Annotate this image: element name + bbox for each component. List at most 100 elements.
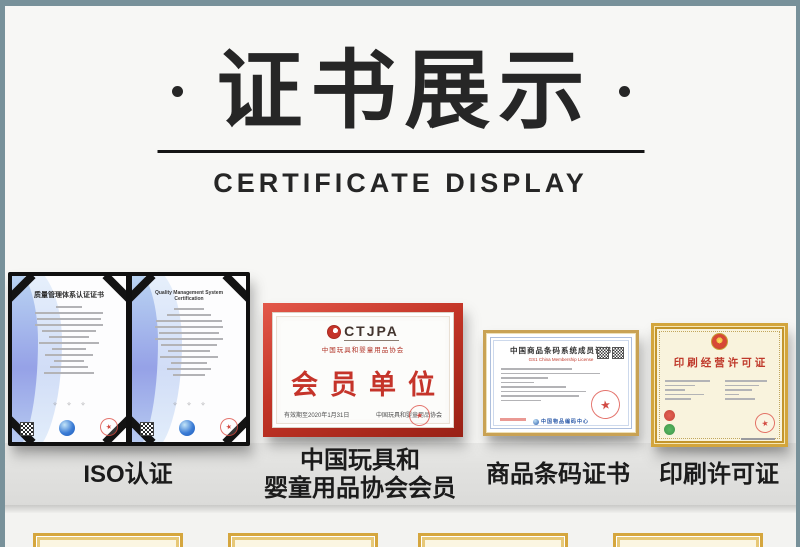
accreditation-mark-icon: ✧	[200, 402, 206, 408]
label-iso: ISO认证	[83, 461, 173, 488]
redacted-text-line	[161, 344, 217, 346]
redacted-text-line	[42, 330, 96, 332]
printing-title: 印刷经营许可证	[673, 357, 769, 369]
redacted-text-line	[170, 362, 208, 364]
page-title: 证书展示	[216, 43, 593, 139]
issuer-logo-icon	[532, 418, 539, 425]
accreditation-mark-icon: ✧	[52, 402, 58, 408]
redacted-text-line	[741, 438, 775, 440]
redacted-text-line	[38, 342, 100, 344]
redacted-text-line	[665, 384, 695, 386]
redacted-text-line	[44, 372, 94, 374]
printing-body	[665, 377, 774, 400]
panel-footer: ★	[140, 416, 240, 438]
globe-logo-icon	[179, 420, 195, 436]
next-certificate-peek	[228, 533, 378, 547]
redacted-text-line	[665, 380, 710, 382]
iso-title-en: Quality Management System Certification	[154, 290, 224, 302]
redacted-text-line	[35, 324, 103, 326]
redacted-text-line	[166, 314, 212, 316]
red-seal-icon: ★	[218, 416, 240, 438]
red-seal-icon: ★	[98, 416, 120, 438]
next-certificate-peek	[613, 533, 763, 547]
redacted-text-line	[49, 336, 89, 338]
membership-headline: 会员单位	[291, 370, 447, 400]
redacted-text-line	[168, 350, 210, 352]
emblem-star-icon: ★	[716, 339, 723, 345]
redacted-text-line	[665, 389, 685, 391]
redacted-text-line	[724, 393, 740, 395]
redacted-text-line	[51, 348, 87, 350]
redacted-text-line	[501, 372, 601, 374]
seal-star-icon: ★	[760, 417, 770, 429]
title-dot-left-icon	[171, 85, 183, 97]
redacted-text-line	[501, 368, 572, 370]
redacted-text-line	[501, 399, 542, 401]
issuer-text: 中国物品编码中心	[540, 419, 589, 425]
accreditation-marks: ✧ ✧ ✧	[12, 401, 126, 408]
redacted-text-line	[56, 306, 82, 308]
redacted-text-line	[50, 366, 88, 368]
approval-stamps	[664, 410, 675, 435]
page-subtitle: CERTIFICATE DISPLAY	[213, 168, 588, 198]
redacted-text-block	[665, 377, 715, 400]
iso-title-cn: 质量管理体系认证证书	[34, 292, 104, 299]
redacted-text-line	[501, 390, 586, 392]
redacted-text-line	[501, 386, 566, 388]
next-certificate-peek	[33, 533, 183, 547]
redacted-text-block	[724, 377, 775, 400]
label-ctjpa-line2: 婴童用品协会会员	[264, 474, 456, 502]
redacted-text-line	[158, 332, 220, 334]
redacted-text-line	[34, 312, 104, 314]
accreditation-mark-icon: ✧	[172, 402, 178, 408]
iso-panel-cn: 质量管理体系认证证书 ✧ ✧ ✧ ★	[12, 276, 126, 442]
seal-star-icon: ★	[415, 410, 424, 421]
association-name: 中国玩具和婴童用品协会	[321, 347, 405, 354]
redacted-text-line	[37, 318, 101, 320]
iso-panel-en: Quality Management System Certification …	[132, 276, 246, 442]
redacted-text-block	[146, 308, 232, 376]
header-divider	[157, 150, 644, 153]
redacted-text-line	[665, 398, 691, 400]
seal-star-icon: ★	[105, 423, 114, 432]
qr-code-icon	[20, 422, 34, 436]
redacted-text-line	[501, 381, 535, 383]
redacted-text-block	[26, 306, 112, 374]
certificate-ctjpa: CTJPA 中国玩具和婴童用品协会 会员单位 有效期至2020年1月31日 中国…	[263, 303, 463, 437]
accreditation-mark-icon: ✧	[80, 402, 86, 408]
barcode-paper: 中国商品条码系统成员证书 GS1 China Membership Licens…	[490, 337, 632, 429]
ctjpa-paper: CTJPA 中国玩具和婴童用品协会 会员单位 有效期至2020年1月31日 中国…	[272, 312, 454, 428]
label-ctjpa-line1: 中国玩具和	[300, 447, 420, 474]
qr-codes	[597, 347, 624, 359]
certificate-barcode: 中国商品条码系统成员证书 GS1 China Membership Licens…	[483, 330, 639, 436]
redacted-text-line	[173, 308, 205, 310]
section-header: 证书展示	[5, 42, 796, 141]
redacted-text-line	[724, 384, 760, 386]
ctjpa-emblem-icon	[327, 325, 342, 339]
qr-code-icon	[140, 422, 154, 436]
label-ctjpa: 中国玩具和 婴童用品协会会员	[250, 447, 470, 502]
national-emblem-icon: ★	[711, 333, 728, 350]
redacted-text-line	[44, 354, 94, 356]
redacted-text-line	[54, 360, 84, 362]
validity-text: 有效期至2020年1月31日	[284, 413, 350, 419]
panel-footer: ★	[20, 416, 120, 438]
green-stamp-icon	[664, 424, 675, 435]
accreditation-marks: ✧ ✧ ✧	[132, 401, 246, 408]
promo-section: 证书展示 CERTIFICATE DISPLAY 质量管理体系认证证书 ✧ ✧ …	[0, 0, 800, 547]
shelf-edge	[5, 505, 796, 513]
ctjpa-logo: CTJPA	[327, 323, 399, 341]
redacted-text-line	[724, 398, 756, 400]
seal-star-icon: ★	[225, 423, 234, 432]
title-dot-right-icon	[618, 85, 630, 97]
ctjpa-logo-text: CTJPA	[344, 323, 399, 341]
label-printing: 印刷许可证	[659, 461, 779, 488]
redacted-text-line	[154, 326, 224, 328]
redacted-text-line	[156, 320, 222, 322]
accreditation-mark-icon: ✧	[66, 402, 72, 408]
content-panel: 证书展示 CERTIFICATE DISPLAY 质量管理体系认证证书 ✧ ✧ …	[5, 6, 796, 547]
redacted-text-line	[166, 368, 212, 370]
red-stamp-icon	[664, 410, 675, 421]
barcode-issuer: 中国物品编码中心	[491, 418, 631, 425]
seal-star-icon: ★	[599, 396, 612, 413]
